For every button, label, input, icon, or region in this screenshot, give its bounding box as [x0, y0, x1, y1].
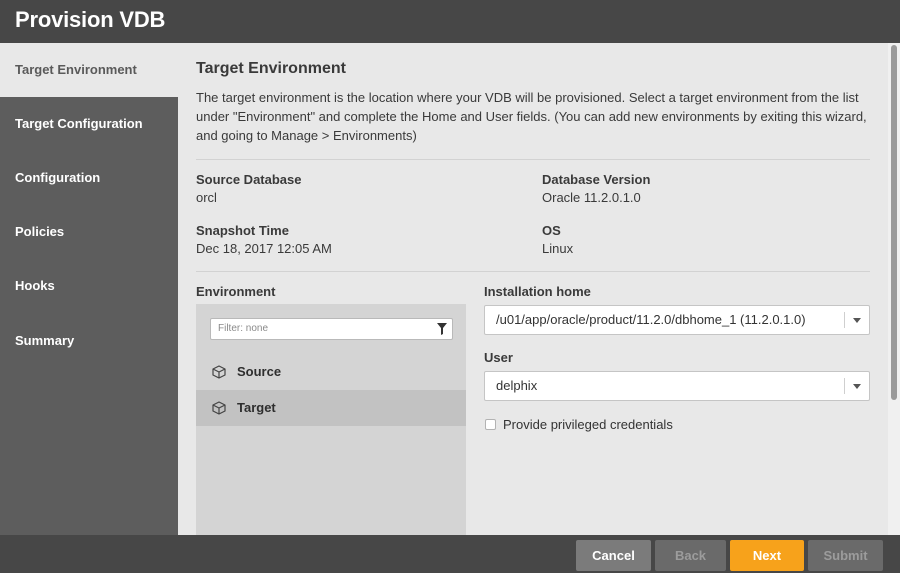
sidebar-item-configuration[interactable]: Configuration — [0, 151, 178, 205]
cube-icon — [212, 365, 226, 379]
source-database-value: orcl — [196, 190, 217, 205]
sidebar-item-summary[interactable]: Summary — [0, 314, 178, 368]
environment-list-panel: Filter: none Source Target — [196, 304, 466, 535]
privileged-credentials-checkbox[interactable] — [485, 419, 496, 430]
sidebar-item-hooks[interactable]: Hooks — [0, 259, 178, 313]
divider — [196, 271, 870, 272]
main-content: Target Environment The target environmen… — [178, 43, 888, 535]
database-version-label: Database Version — [542, 172, 651, 187]
wizard-sidebar: Target Environment Target Configuration … — [0, 43, 178, 535]
sidebar-item-target-configuration[interactable]: Target Configuration — [0, 97, 178, 151]
select-separator — [844, 312, 845, 328]
environment-item-label: Source — [237, 364, 282, 379]
submit-button[interactable]: Submit — [808, 540, 883, 571]
title-bar: Provision VDB — [0, 0, 900, 43]
user-value: delphix — [496, 378, 538, 393]
scrollbar-thumb[interactable] — [891, 45, 897, 400]
os-value: Linux — [542, 241, 574, 256]
chevron-down-icon — [853, 318, 861, 323]
filter-icon[interactable] — [437, 323, 447, 335]
database-version-value: Oracle 11.2.0.1.0 — [542, 190, 641, 205]
next-button[interactable]: Next — [730, 540, 804, 571]
privileged-credentials-label[interactable]: Provide privileged credentials — [503, 417, 673, 432]
environment-item-target[interactable]: Target — [196, 390, 466, 426]
installation-home-label: Installation home — [484, 284, 591, 299]
filter-placeholder: Filter: none — [218, 323, 269, 334]
environment-item-source[interactable]: Source — [196, 354, 466, 390]
select-separator — [844, 378, 845, 394]
user-label: User — [484, 350, 513, 365]
environment-label: Environment — [196, 284, 276, 299]
installation-home-value: /u01/app/oracle/product/11.2.0/dbhome_1 … — [496, 312, 806, 327]
user-select[interactable]: delphix — [484, 371, 870, 401]
chevron-down-icon — [853, 384, 861, 389]
environment-filter-input[interactable]: Filter: none — [210, 318, 453, 340]
vertical-scrollbar[interactable] — [888, 43, 900, 535]
cancel-button[interactable]: Cancel — [576, 540, 651, 571]
cube-icon — [212, 401, 226, 415]
back-button[interactable]: Back — [655, 540, 726, 571]
page-description: The target environment is the location w… — [196, 90, 867, 143]
wizard-footer: Cancel Back Next Submit — [0, 535, 900, 573]
divider — [196, 159, 870, 160]
snapshot-time-value: Dec 18, 2017 12:05 AM — [196, 241, 332, 256]
installation-home-select[interactable]: /u01/app/oracle/product/11.2.0/dbhome_1 … — [484, 305, 870, 335]
environment-item-label: Target — [237, 400, 276, 415]
page-title: Target Environment — [196, 60, 346, 77]
window-title: Provision VDB — [15, 7, 166, 32]
sidebar-item-target-environment[interactable]: Target Environment — [0, 43, 178, 97]
sidebar-item-policies[interactable]: Policies — [0, 205, 178, 259]
source-database-label: Source Database — [196, 172, 302, 187]
snapshot-time-label: Snapshot Time — [196, 223, 289, 238]
os-label: OS — [542, 223, 561, 238]
